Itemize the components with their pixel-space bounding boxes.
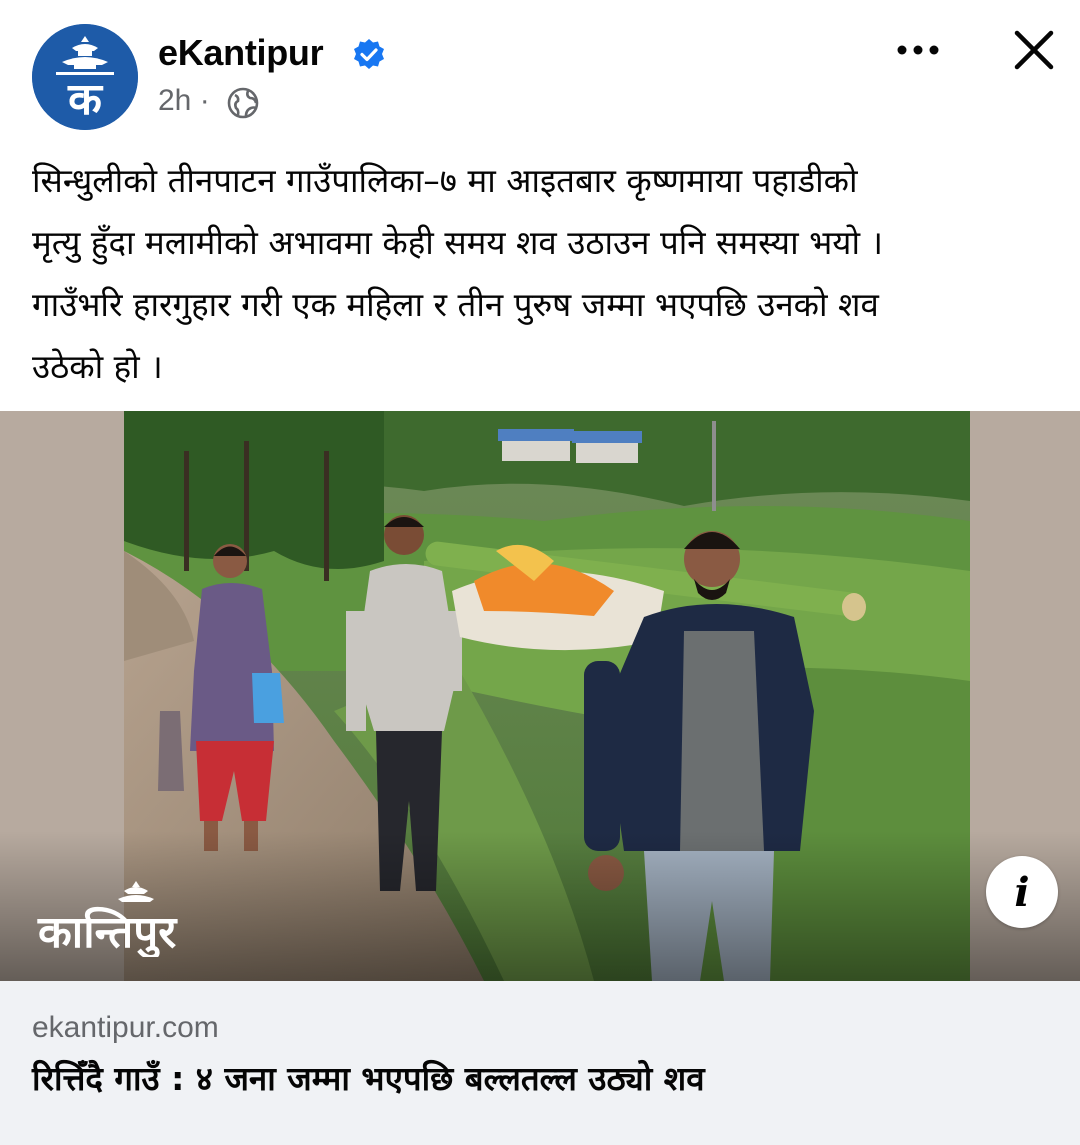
caption-line: उठेको हो । (32, 347, 163, 386)
post-meta: 2h · (158, 84, 210, 118)
post-time[interactable]: 2h (158, 84, 191, 117)
ekantipur-logo-icon: क (32, 24, 138, 130)
caption-line: मृत्यु हुँदा मलामीको अभावमा केही समय शव … (32, 223, 883, 262)
meta-separator: · (199, 84, 210, 117)
link-preview-card[interactable]: ekantipur.com रित्तिँदै गाउँ : ४ जना जम्… (0, 981, 1080, 1145)
post-header: क eKantipur 2h · (0, 0, 1080, 140)
info-button[interactable]: i (986, 856, 1058, 928)
watermark-text: कान्तिपुर (37, 906, 178, 957)
page-avatar[interactable]: क (32, 24, 138, 130)
avatar-letter: क (67, 74, 104, 125)
link-title[interactable]: रित्तिँदै गाउँ : ४ जना जम्मा भएपछि बल्लत… (32, 1055, 705, 1100)
caption-line: सिन्धुलीको तीनपाटन गाउँपालिका–७ मा आइतबा… (32, 161, 858, 200)
kantipur-watermark: कान्तिपुर (37, 881, 178, 957)
post-image[interactable]: कान्तिपुर i (0, 411, 1080, 981)
link-domain: ekantipur.com (32, 1011, 219, 1044)
close-icon[interactable] (1008, 24, 1060, 76)
verified-badge-icon (354, 39, 384, 69)
page-name-link[interactable]: eKantipur (158, 32, 324, 74)
more-options-icon[interactable] (892, 30, 944, 70)
globe-icon[interactable] (226, 86, 260, 120)
caption-line: गाउँभरि हारगुहार गरी एक महिला र तीन पुरु… (32, 285, 879, 324)
post-caption: सिन्धुलीको तीनपाटन गाउँपालिका–७ मा आइतबा… (32, 150, 1042, 398)
info-icon: i (1014, 869, 1030, 916)
